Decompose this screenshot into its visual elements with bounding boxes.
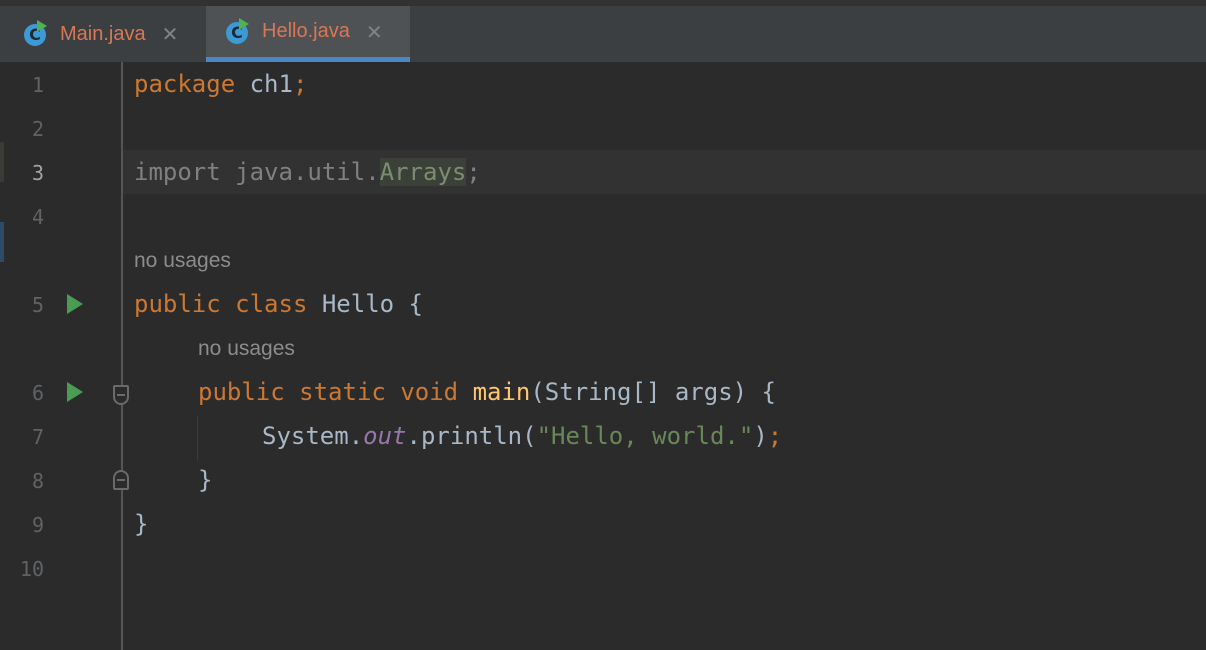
tab-label: Main.java bbox=[60, 22, 146, 45]
editor-tab-bar: C Main.java ✕ C Hello.java ✕ bbox=[0, 0, 1206, 62]
fold-collapse-icon[interactable] bbox=[113, 385, 129, 405]
line-number: 5 bbox=[31, 293, 44, 317]
line-number: 7 bbox=[31, 425, 44, 449]
code-line-1[interactable]: package ch1; bbox=[134, 70, 307, 98]
java-class-icon: C bbox=[22, 20, 50, 48]
code-line-6[interactable]: public static void main(String[] args) { bbox=[198, 378, 776, 406]
code-line-3[interactable]: import java.util.Arrays; bbox=[134, 158, 481, 186]
java-class-icon: C bbox=[224, 17, 252, 46]
fold-end-icon[interactable] bbox=[113, 470, 129, 490]
close-icon[interactable]: ✕ bbox=[162, 22, 179, 46]
line-number: 4 bbox=[31, 205, 44, 229]
unused-import: Arrays bbox=[379, 158, 467, 186]
usages-hint[interactable]: no usages bbox=[134, 249, 231, 273]
tab-main-java[interactable]: C Main.java ✕ bbox=[22, 6, 204, 62]
run-main-icon[interactable] bbox=[67, 382, 83, 402]
gutter-separator bbox=[121, 62, 123, 650]
indent-guide bbox=[197, 416, 198, 460]
line-number: 10 bbox=[19, 557, 44, 581]
code-line-7[interactable]: System.out.println("Hello, world."); bbox=[262, 422, 782, 450]
line-number: 6 bbox=[31, 381, 44, 405]
code-line-5[interactable]: public class Hello { bbox=[134, 290, 423, 318]
line-number: 1 bbox=[31, 73, 44, 97]
tab-hello-java[interactable]: C Hello.java ✕ bbox=[206, 6, 410, 62]
run-class-icon[interactable] bbox=[67, 294, 83, 314]
line-number: 3 bbox=[31, 161, 44, 185]
code-line-8[interactable]: } bbox=[198, 466, 212, 494]
usages-hint[interactable]: no usages bbox=[198, 337, 295, 361]
close-icon[interactable]: ✕ bbox=[366, 20, 383, 44]
line-number: 9 bbox=[31, 513, 44, 537]
code-line-9[interactable]: } bbox=[134, 510, 148, 538]
line-number: 8 bbox=[31, 469, 44, 493]
tab-label: Hello.java bbox=[262, 20, 350, 42]
line-number: 2 bbox=[31, 117, 44, 141]
